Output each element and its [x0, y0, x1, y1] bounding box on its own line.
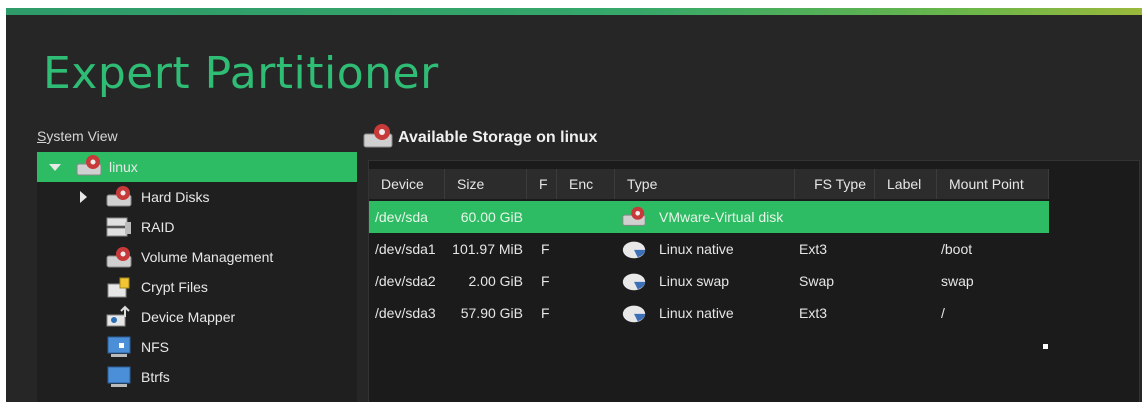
cell-fs-type: Ext3 — [799, 241, 828, 257]
cursor-marker — [119, 343, 124, 348]
system-view-tree[interactable]: linux Hard Disks RAID Volume Management … — [37, 152, 357, 402]
tree-item-hard-disks[interactable]: Hard Disks — [37, 182, 357, 212]
tree-item-label: Btrfs — [141, 369, 170, 385]
cell-mount-point: / — [941, 305, 945, 321]
cell-mount-point: /boot — [941, 241, 973, 257]
cell-device: /dev/sda1 — [375, 241, 436, 257]
tree-item-label: Hard Disks — [141, 189, 210, 205]
cell-device: /dev/sda3 — [375, 305, 436, 321]
column-header-label[interactable]: Label — [875, 169, 937, 199]
cell-f: F — [541, 305, 550, 321]
harddisk-icon — [363, 124, 393, 148]
cell-f: F — [541, 273, 550, 289]
tree-item-device-mapper[interactable]: Device Mapper — [37, 302, 357, 332]
cell-size: 60.00 GiB — [460, 209, 523, 225]
table-row[interactable]: /dev/sda2 2.00 GiB F Linux swap Swap swa… — [369, 265, 1049, 297]
cell-f: F — [541, 241, 550, 257]
cell-type: Linux swap — [659, 273, 730, 289]
panel-title: Available Storage on linux — [398, 129, 598, 146]
harddisk-icon — [106, 247, 132, 268]
tree-item-label: Volume Management — [141, 249, 274, 265]
cell-type: Linux native — [659, 241, 734, 257]
system-view-label: System View — [37, 128, 118, 144]
page-title: Expert Partitioner — [43, 48, 439, 99]
table-header: Device Size F Enc Type FS Type Label Mou… — [369, 169, 1049, 199]
harddisk-icon — [622, 206, 646, 226]
column-header-f[interactable]: F — [527, 169, 557, 199]
cell-type: VMware-Virtual disk — [659, 209, 784, 225]
tree-item-nfs[interactable]: NFS — [37, 332, 357, 362]
column-header-size[interactable]: Size — [445, 169, 527, 199]
column-header-fs-type[interactable]: FS Type — [795, 169, 875, 199]
partition-icon — [622, 305, 646, 323]
cell-size: 57.90 GiB — [460, 305, 523, 321]
tree-item-label: NFS — [141, 339, 169, 355]
cell-fs-type: Ext3 — [799, 305, 828, 321]
tree-item-btrfs[interactable]: Btrfs — [37, 362, 357, 392]
tree-item-label: Device Mapper — [141, 309, 236, 325]
tree-item-label: linux — [109, 159, 138, 175]
cell-size: 101.97 MiB — [452, 241, 523, 257]
partition-icon — [622, 273, 646, 291]
tree-item-label: Crypt Files — [141, 279, 208, 295]
table-row[interactable]: /dev/sda 60.00 GiB VMware-Virtual disk — [369, 201, 1049, 233]
cell-device: /dev/sda2 — [375, 273, 436, 289]
partition-icon — [622, 241, 646, 259]
storage-table[interactable]: Device Size F Enc Type FS Type Label Mou… — [368, 160, 1140, 402]
column-header-enc[interactable]: Enc — [557, 169, 615, 199]
tree-item-raid[interactable]: RAID — [37, 212, 357, 242]
tree-item-linux[interactable]: linux — [37, 152, 357, 182]
tree-item-volume-management[interactable]: Volume Management — [37, 242, 357, 272]
cell-type: Linux native — [659, 305, 734, 321]
expand-arrow-icon[interactable] — [80, 191, 87, 203]
table-row[interactable]: /dev/sda3 57.90 GiB F Linux native Ext3 … — [369, 297, 1049, 329]
expert-partitioner-window: Expert Partitioner System View linux Har… — [6, 8, 1142, 402]
accent-bar — [6, 8, 1142, 15]
harddisk-icon — [106, 186, 132, 207]
crypt-files-icon — [107, 277, 130, 298]
cell-size: 2.00 GiB — [468, 273, 523, 289]
tree-item-label: RAID — [141, 219, 175, 235]
column-header-device[interactable]: Device — [369, 169, 445, 199]
column-header-type[interactable]: Type — [615, 169, 795, 199]
cell-device: /dev/sda — [375, 209, 428, 225]
cell-mount-point: swap — [941, 273, 974, 289]
btrfs-icon — [107, 366, 131, 387]
device-mapper-icon — [106, 305, 130, 327]
cell-fs-type: Swap — [799, 273, 835, 289]
raid-icon — [106, 217, 131, 237]
table-row[interactable]: /dev/sda1 101.97 MiB F Linux native Ext3… — [369, 233, 1049, 265]
tree-item-crypt-files[interactable]: Crypt Files — [37, 272, 357, 302]
cursor-marker — [1043, 344, 1048, 349]
expand-arrow-icon[interactable] — [49, 164, 61, 171]
column-header-mount-point[interactable]: Mount Point — [937, 169, 1049, 199]
harddisk-icon — [76, 155, 102, 176]
